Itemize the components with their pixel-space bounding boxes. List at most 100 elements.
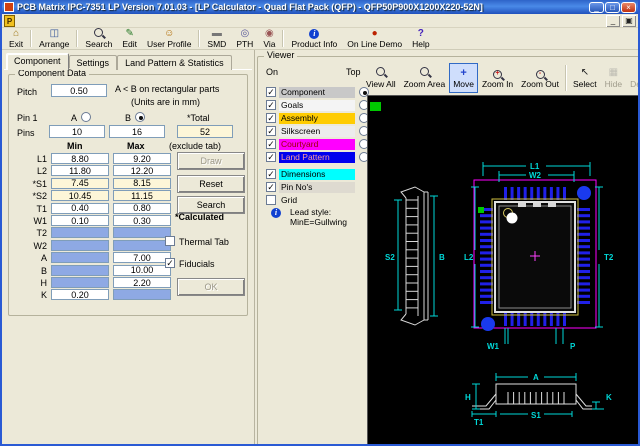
A-max-input[interactable] [113, 252, 171, 263]
viewer-toolbar-button-zoom-in[interactable]: +Zoom In [478, 63, 517, 93]
maximize-button[interactable]: □ [605, 2, 620, 13]
layer-row-dimensions: ✓Dimensions [266, 169, 376, 180]
layer-checkbox-courtyard[interactable]: ✓ [266, 139, 276, 149]
B-min-input[interactable] [51, 265, 109, 276]
viewer-toolbar-separator [565, 65, 567, 91]
pins-a-input[interactable] [49, 125, 105, 138]
window-title: PCB Matrix IPC-7351 LP Version 7.01.03 -… [17, 2, 585, 12]
layer-checkbox-dimensions[interactable]: ✓ [266, 169, 276, 179]
toolbar-button-arrange[interactable]: ◫Arrange [34, 28, 74, 49]
T1-max-input[interactable] [113, 203, 171, 214]
W2-min-input[interactable] [51, 240, 109, 251]
pitch-input[interactable] [51, 84, 107, 97]
H-max-input[interactable] [113, 277, 171, 288]
viewer-toolbar-label-hide: Hide [605, 79, 622, 89]
toolbar-button-product-info[interactable]: iProduct Info [286, 28, 342, 49]
W1-min-input[interactable] [51, 215, 109, 226]
pin1-a-radio[interactable] [81, 112, 91, 122]
toolbar-button-exit[interactable]: ⌂Exit [4, 28, 28, 49]
child-minimize-button[interactable]: _ [606, 15, 620, 27]
K-min-input[interactable] [51, 289, 109, 300]
ok-button[interactable]: OK [177, 278, 245, 296]
lp-document-icon[interactable]: P [4, 15, 15, 27]
viewer-toolbar-label-select: Select [573, 79, 597, 89]
K-max-input[interactable] [113, 289, 171, 300]
toolbar-button-pth[interactable]: ◎PTH [231, 28, 258, 49]
S2-max-input[interactable] [113, 190, 171, 201]
L1-max-input[interactable] [113, 153, 171, 164]
viewer-toolbar-button-zoom-area[interactable]: Zoom Area [400, 63, 450, 93]
tab-land-pattern-statistics[interactable]: Land Pattern & Statistics [117, 55, 232, 70]
W2-max-input[interactable] [113, 240, 171, 251]
left-panel: Component Settings Land Pattern & Statis… [2, 50, 255, 446]
viewer-toolbar-button-select[interactable]: ↖Select [569, 63, 601, 93]
viewer-toolbar-button-delete[interactable]: ×Delete [626, 63, 640, 93]
toolbar-button-via[interactable]: ◉Via [258, 28, 280, 49]
toolbar-button-help[interactable]: ?Help [407, 28, 434, 49]
thermal-tab-checkbox[interactable] [165, 236, 175, 246]
dim-label-a: A [533, 373, 539, 382]
layer-checkbox-assembly[interactable]: ✓ [266, 113, 276, 123]
viewer-toolbar-label-delete: Delete [630, 79, 640, 89]
pins-b-input[interactable] [109, 125, 165, 138]
W1-max-input[interactable] [113, 215, 171, 226]
layer-checkbox-land-pattern[interactable]: ✓ [266, 152, 276, 162]
fiducial-top-right [577, 186, 591, 200]
fiducials-checkbox[interactable]: ✓ [165, 258, 175, 268]
layer-label-dimensions: Dimensions [279, 169, 355, 180]
toolbar-button-on-line-demo[interactable]: ●On Line Demo [342, 28, 407, 49]
qfp-drawing: S2 B L1 W2 [368, 96, 640, 446]
dim-label: L1 [17, 154, 47, 164]
viewer-group: Viewer On Top ✓Component✓Goals✓Assembly✓… [257, 56, 640, 446]
qfp-canvas[interactable]: S2 B L1 W2 [367, 95, 640, 446]
main-toolbar: ⌂Exit ◫Arrange Search✎Edit☺User Profile ▬SM… [2, 28, 638, 50]
child-restore-button[interactable]: ▣ [622, 15, 636, 27]
layer-label-goals: Goals [279, 100, 355, 111]
toolbar-label-edit: Edit [122, 39, 137, 49]
toolbar-separator [30, 30, 32, 47]
pin1-b-radio[interactable] [135, 112, 145, 122]
T1-min-input[interactable] [51, 203, 109, 214]
layer-checkbox-grid[interactable] [266, 195, 276, 205]
toolbar-button-smd[interactable]: ▬SMD [202, 28, 231, 49]
layer-checkbox-component[interactable]: ✓ [266, 87, 276, 97]
layer-checkbox-pin-nos[interactable]: ✓ [266, 182, 276, 192]
L2-min-input[interactable] [51, 165, 109, 176]
viewer-toolbar-button-view-all[interactable]: View All [362, 63, 400, 93]
viewer-toolbar-button-zoom-out[interactable]: -Zoom Out [517, 63, 563, 93]
layer-checkbox-silkscreen[interactable]: ✓ [266, 126, 276, 136]
on-column-header: On [266, 67, 278, 77]
draw-button[interactable]: Draw [177, 152, 245, 170]
toolbar-label-product-info: Product Info [291, 39, 337, 49]
B-max-input[interactable] [113, 265, 171, 276]
toolbar-separator [198, 30, 200, 47]
product-info-icon: i [309, 29, 319, 39]
close-button[interactable]: × [621, 2, 636, 13]
T2-max-input[interactable] [113, 227, 171, 238]
S2-min-input[interactable] [51, 190, 109, 201]
tab-component[interactable]: Component [6, 53, 69, 70]
A-min-input[interactable] [51, 252, 109, 263]
H-min-input[interactable] [51, 277, 109, 288]
dim-label-p: P [570, 342, 576, 351]
L2-max-input[interactable] [113, 165, 171, 176]
toolbar-button-search[interactable]: Search [80, 28, 117, 49]
rect-parts-note: A < B on rectangular parts [115, 84, 219, 94]
toolbar-label-help: Help [412, 39, 429, 49]
S1-max-input[interactable] [113, 178, 171, 189]
T2-min-input[interactable] [51, 227, 109, 238]
total-input[interactable] [177, 125, 233, 138]
dim-label-k: K [606, 393, 612, 402]
S1-min-input[interactable] [51, 178, 109, 189]
dim-label: A [17, 253, 47, 263]
layer-checkbox-goals[interactable]: ✓ [266, 100, 276, 110]
reset-button[interactable]: Reset [177, 175, 245, 193]
toolbar-button-user-profile[interactable]: ☺User Profile [142, 28, 196, 49]
profile-view [472, 384, 592, 409]
minimize-button[interactable]: _ [589, 2, 604, 13]
viewer-toolbar-button-hide[interactable]: ▦Hide [601, 63, 626, 93]
L1-min-input[interactable] [51, 153, 109, 164]
toolbar-label-exit: Exit [9, 39, 23, 49]
toolbar-button-edit[interactable]: ✎Edit [117, 28, 142, 49]
viewer-toolbar-button-move[interactable]: +Move [449, 63, 478, 93]
